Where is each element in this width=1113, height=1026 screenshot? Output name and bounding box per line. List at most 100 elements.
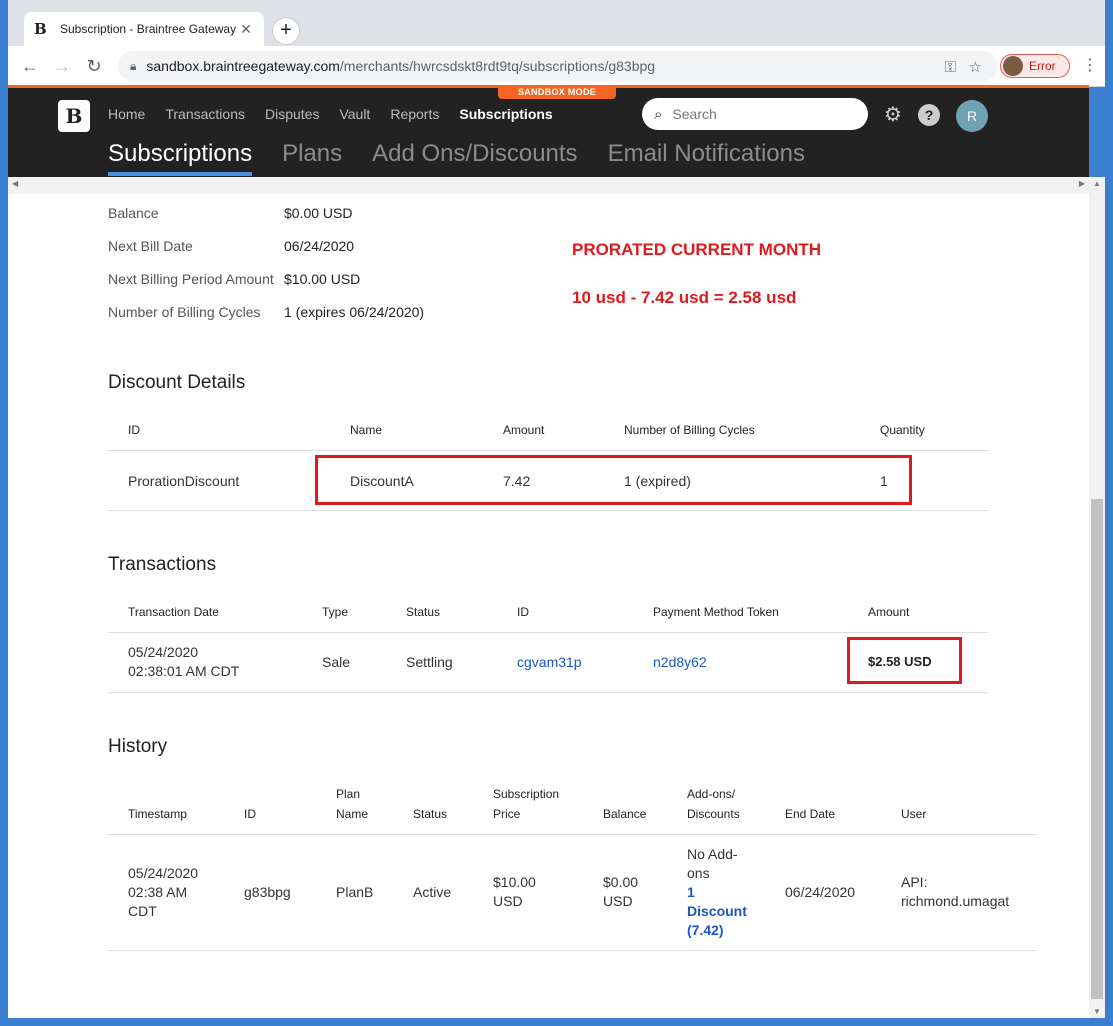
nav-vault[interactable]: Vault xyxy=(339,106,370,122)
col-header-plan-name: Name xyxy=(336,807,369,821)
user-avatar[interactable]: R xyxy=(956,100,988,132)
help-icon[interactable]: ? xyxy=(918,104,940,126)
col-header-end-date: End Date xyxy=(785,807,836,821)
col-header-add-ons: Add-ons/ xyxy=(687,787,736,801)
history-time: 02:38 AM xyxy=(128,884,188,900)
history-end-date: 06/24/2020 xyxy=(785,884,856,900)
transactions-title: Transactions xyxy=(108,554,217,575)
url-host: sandbox.braintreegateway.com xyxy=(146,58,340,74)
col-header-status: Status xyxy=(413,807,448,821)
payment-token-link[interactable]: n2d8y62 xyxy=(653,654,707,670)
browser-tab[interactable]: B Subscription - Braintree Gateway ✕ xyxy=(24,12,264,46)
nav-disputes[interactable]: Disputes xyxy=(265,106,319,122)
nav-reports[interactable]: Reports xyxy=(390,106,439,122)
omnibox-icons: ⚿ ☆ xyxy=(945,58,982,76)
gear-icon[interactable]: ⚙ xyxy=(882,104,904,126)
lock-icon: 🔒︎ xyxy=(130,58,137,73)
nav-home[interactable]: Home xyxy=(108,106,145,122)
history-balance: $0.00 xyxy=(603,874,639,890)
search-icon: ⌕ xyxy=(654,105,663,123)
col-header-payment-token: Payment Method Token xyxy=(653,605,779,619)
history-price: $10.00 xyxy=(493,874,536,890)
col-header-discounts: Discounts xyxy=(687,807,740,821)
browser-window: ▁ ☐ ✕ B Subscription - Braintree Gateway… xyxy=(0,0,1113,1026)
history-balance-currency: USD xyxy=(603,893,633,909)
divider xyxy=(108,950,1036,951)
scroll-down-icon[interactable]: ▼ xyxy=(1093,1007,1101,1016)
summary-value: $0.00 USD xyxy=(284,205,353,221)
annotation-formula: 10 usd - 7.42 usd = 2.58 usd xyxy=(572,288,797,307)
history-discount-count-link[interactable]: 1 xyxy=(687,884,695,900)
menu-kebab-icon[interactable]: ⋮ xyxy=(1082,55,1098,75)
history-user-name: richmond.umagat xyxy=(901,893,1010,909)
col-header-timestamp: Timestamp xyxy=(128,807,187,821)
history-addons: No Add- xyxy=(687,846,738,862)
browser-chrome: B Subscription - Braintree Gateway ✕ + ←… xyxy=(8,0,1105,87)
sub-nav: Subscriptions Plans Add Ons/Discounts Em… xyxy=(108,140,835,176)
col-header-type: Type xyxy=(322,605,349,619)
tab-plans[interactable]: Plans xyxy=(282,140,342,176)
star-icon[interactable]: ☆ xyxy=(969,59,982,76)
summary-value: 1 (expires 06/24/2020) xyxy=(284,304,425,320)
tab-add-ons-discounts[interactable]: Add Ons/Discounts xyxy=(372,140,577,176)
key-icon[interactable]: ⚿ xyxy=(945,59,956,76)
history-addons-cont: ons xyxy=(687,865,710,881)
col-header-amount: Amount xyxy=(868,605,910,619)
history-status: Active xyxy=(413,884,452,900)
col-header-id: ID xyxy=(517,605,529,619)
top-nav: Home Transactions Disputes Vault Reports… xyxy=(108,106,573,122)
col-header-transaction-date: Transaction Date xyxy=(128,605,219,619)
col-header-name: Name xyxy=(350,423,383,437)
sandbox-mode-badge: SANDBOX MODE xyxy=(498,85,616,99)
transaction-status: Settling xyxy=(406,654,453,670)
braintree-logo[interactable]: B xyxy=(58,100,90,132)
history-price-currency: USD xyxy=(493,893,523,909)
close-tab-icon[interactable]: ✕ xyxy=(238,21,254,38)
summary-value: 06/24/2020 xyxy=(284,238,355,254)
divider xyxy=(108,510,988,511)
forward-arrow-icon[interactable]: → xyxy=(50,54,74,78)
tab-email-notifications[interactable]: Email Notifications xyxy=(608,140,805,176)
nav-subscriptions[interactable]: Subscriptions xyxy=(459,106,552,122)
transaction-time: 02:38:01 AM CDT xyxy=(128,663,240,679)
nav-transactions[interactable]: Transactions xyxy=(165,106,245,122)
col-header-id: ID xyxy=(128,423,140,437)
scroll-right-icon[interactable]: ▶ xyxy=(1079,179,1085,188)
col-header-plan: Plan xyxy=(336,787,361,801)
tab-strip: B Subscription - Braintree Gateway ✕ + xyxy=(8,0,1105,46)
profile-avatar xyxy=(1003,56,1023,76)
url-field[interactable]: 🔒︎ sandbox.braintreegateway.com/merchant… xyxy=(118,51,998,81)
new-tab-button[interactable]: + xyxy=(272,17,300,45)
col-header-price: Price xyxy=(493,807,521,821)
reload-icon[interactable]: ↻ xyxy=(82,54,106,78)
transaction-type: Sale xyxy=(322,654,351,670)
summary-label: Number of Billing Cycles xyxy=(108,304,261,320)
transaction-id-link[interactable]: cgvam31p xyxy=(517,654,582,670)
history-title: History xyxy=(108,736,168,757)
history-plan: PlanB xyxy=(336,884,374,900)
scroll-up-icon[interactable]: ▲ xyxy=(1093,179,1101,188)
summary-value: $10.00 USD xyxy=(284,271,361,287)
divider xyxy=(108,632,988,633)
vertical-scrollbar[interactable]: ▲ ▼ xyxy=(1089,177,1105,1018)
tab-subscriptions[interactable]: Subscriptions xyxy=(108,140,253,176)
col-header-subscription: Subscription xyxy=(493,787,560,801)
history-discount-link[interactable]: Discount xyxy=(687,903,747,919)
history-timezone: CDT xyxy=(128,903,157,919)
search-input[interactable] xyxy=(672,106,843,122)
summary-label: Next Billing Period Amount xyxy=(108,271,274,287)
history-discount-amount-link[interactable]: (7.42) xyxy=(687,922,724,938)
url-path: /merchants/hwrcsdskt8rdt9tq/subscription… xyxy=(339,58,656,74)
col-header-id: ID xyxy=(244,807,256,821)
profile-button[interactable]: Error xyxy=(1000,54,1070,78)
divider xyxy=(108,692,988,693)
page-content: Balance $0.00 USD Next Bill Date 06/24/2… xyxy=(8,194,1089,1018)
horizontal-scrollbar[interactable]: ◀ ▶ xyxy=(8,177,1089,194)
scrollbar-thumb[interactable] xyxy=(1091,499,1103,999)
scroll-left-icon[interactable]: ◀ xyxy=(12,179,18,188)
search-box[interactable]: ⌕ xyxy=(642,98,868,130)
discount-details-title: Discount Details xyxy=(108,372,246,393)
annotation-title: PRORATED CURRENT MONTH xyxy=(572,240,822,259)
divider xyxy=(108,450,988,451)
back-arrow-icon[interactable]: ← xyxy=(18,54,42,78)
